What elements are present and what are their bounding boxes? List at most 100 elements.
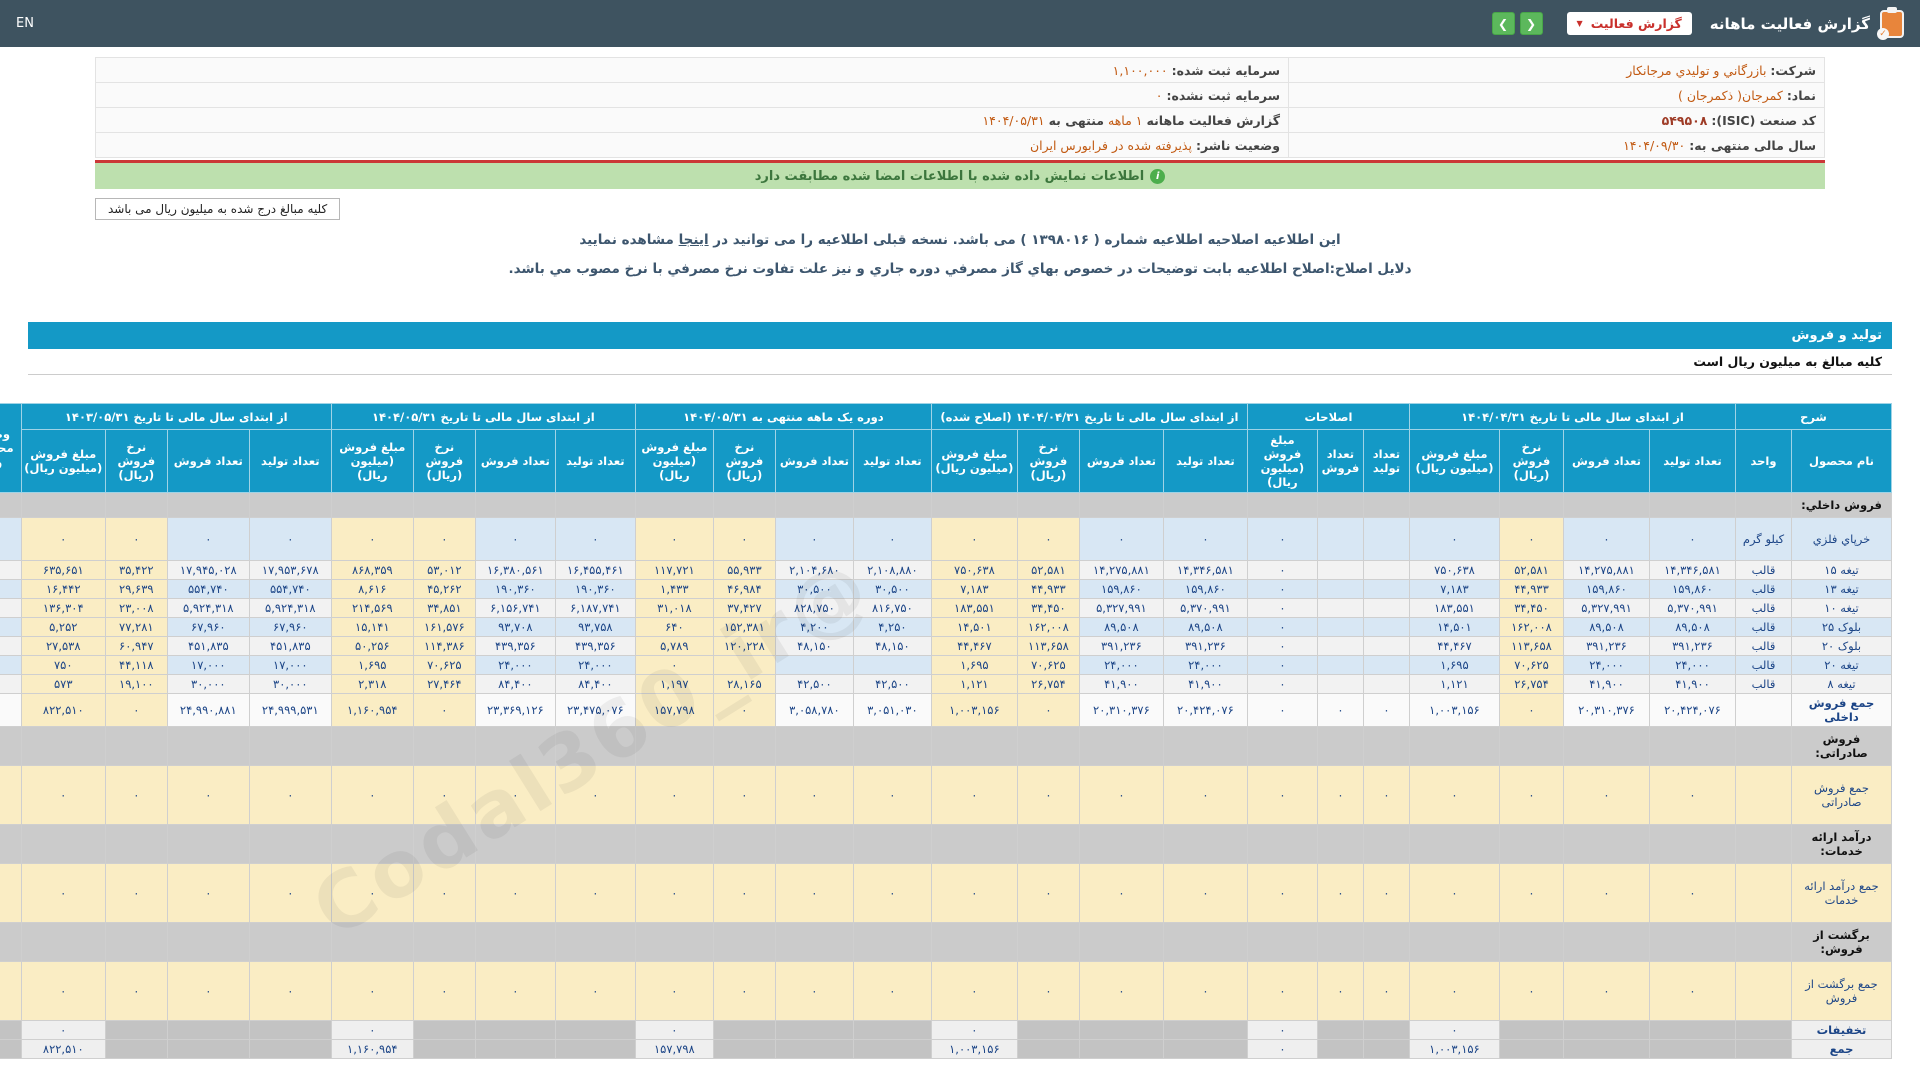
table-cell-qty: ۰ [1562, 765, 1650, 825]
table-cell-rate [412, 824, 476, 864]
table-row: فروش داخلي: [0, 492, 1892, 518]
table-cell-rate [1498, 492, 1564, 518]
table-cell-qty: ۸۲۸,۷۵۰ [774, 598, 854, 618]
column-header: مبلغ فروش (میلیون ریال) [20, 429, 106, 493]
table-cell-rate [712, 726, 776, 766]
table-cell-qty: ۲۴,۰۰۰ [1562, 655, 1650, 675]
table-cell-qty: ۴۱,۹۰۰ [1648, 674, 1736, 694]
table-cell-qty [1316, 824, 1364, 864]
table-cell-qty [1562, 1039, 1650, 1059]
table-cell-qty [1648, 1020, 1736, 1040]
publisher-status-cell: وضعیت ناشر: پذیرفته شده در فرابورس ایران [94, 132, 1290, 158]
table-cell-qty: ۱۵۹,۸۶۰ [1162, 579, 1248, 599]
table-cell-qty [1078, 824, 1164, 864]
table-cell-qty [1362, 492, 1410, 518]
table-cell-qty: ۰ [554, 961, 636, 1021]
table-cell-rate: ۲۳,۰۰۸ [104, 598, 168, 618]
table-cell-qty [248, 726, 332, 766]
table-cell-amt: ۰ [20, 517, 106, 561]
column-header: مبلغ فروش (میلیون ریال) [330, 429, 414, 493]
group-header-period-5: از ابتدای سال مالی تا تاریخ ۱۴۰۳/۰۵/۳۱ [20, 403, 332, 430]
table-cell-name: تیغه ۱۰ [1791, 598, 1892, 618]
table-cell-amt [634, 922, 714, 962]
table-cell-rate: ۱۶۲,۰۰۸ [1498, 617, 1564, 637]
table-cell-qty: ۴۳۹,۳۵۶ [554, 636, 636, 656]
table-cell-rate: ۴۴,۹۳۳ [1016, 579, 1080, 599]
table-cell-qty: ۱۴,۲۷۵,۸۸۱ [1562, 560, 1650, 580]
table-cell-qty [474, 922, 556, 962]
table-cell-qty [166, 726, 250, 766]
column-header: تعداد فروش [474, 429, 556, 493]
table-cell-rate [712, 1039, 776, 1059]
table-cell-qty: ۱۵۹,۸۶۰ [1078, 579, 1164, 599]
table-cell-unit [1734, 922, 1793, 962]
table-cell-qty [1162, 922, 1248, 962]
table-cell-rate [1016, 492, 1080, 518]
report-type-dropdown[interactable]: گزارش فعالیت ▼ [1566, 12, 1692, 35]
table-cell-amtp: ۰ [1246, 1020, 1318, 1040]
table-cell-qty: ۲,۱۰۸,۸۸۰ [852, 560, 932, 580]
table-row: خرپاي فلزيکیلو گرم۰۰۰۰۰۰۰۰۰۰۰۰۰۰۰۰۰۰۰۰۰ت… [0, 517, 1892, 561]
table-cell-qty: ۰ [474, 863, 556, 923]
table-cell-qty: ۱۷,۹۵۳,۶۷۸ [248, 560, 332, 580]
table-cell-qty [554, 492, 636, 518]
table-cell-qty [1078, 726, 1164, 766]
section-header-production-sales: تولید و فروش [28, 322, 1892, 349]
table-cell-amt: ۱,۱۲۱ [930, 674, 1018, 694]
table-cell-qty: ۰ [1078, 765, 1164, 825]
table-cell-rate: ۱۹,۱۰۰ [104, 674, 168, 694]
table-cell-amt: ۱,۱۹۷ [634, 674, 714, 694]
table-cell-qty: ۴۱,۹۰۰ [1162, 674, 1248, 694]
table-cell-rate: ۷۰,۶۲۵ [1016, 655, 1080, 675]
table-cell-rate: ۲۷,۴۶۴ [412, 674, 476, 694]
table-cell-qty [166, 922, 250, 962]
table-cell-qty: ۰ [166, 863, 250, 923]
table-cell-rate [412, 1020, 476, 1040]
column-header: مبلغ فروش (میلیون ریال) [1408, 429, 1500, 493]
table-cell-qty: ۶۷,۹۶۰ [248, 617, 332, 637]
column-header: مبلغ فروش (میلیون ریال) [634, 429, 714, 493]
table-cell-qty: ۰ [474, 517, 556, 561]
table-cell-qty: ۰ [1562, 517, 1650, 561]
next-report-button[interactable]: ❯ [1491, 12, 1515, 35]
table-cell-status [0, 863, 22, 923]
table-cell-qty [1316, 922, 1364, 962]
table-cell-qty: ۳۹۱,۲۳۶ [1648, 636, 1736, 656]
table-cell-qty: ۱۹۰,۳۶۰ [554, 579, 636, 599]
language-toggle-en[interactable]: EN [16, 16, 34, 31]
table-cell-qty: ۲۴,۹۹۰,۸۸۱ [166, 693, 250, 727]
table-cell-qty [1316, 655, 1364, 675]
table-cell-qty: ۰ [1162, 961, 1248, 1021]
table-cell-qty: ۰ [1648, 863, 1736, 923]
table-cell-rate [1498, 922, 1564, 962]
company-value[interactable]: بازرگاني و توليدي مرجانکار [1626, 63, 1766, 78]
table-cell-amt: ۷۵۰,۶۳۸ [930, 560, 1018, 580]
table-cell-qty: ۰ [248, 765, 332, 825]
column-header: تعداد تولید [1362, 429, 1410, 493]
table-cell-name: جمع برگشت از فروش [1791, 961, 1892, 1021]
table-cell-amt: ۳۱,۰۱۸ [634, 598, 714, 618]
table-cell-qty: ۸۱۶,۷۵۰ [852, 598, 932, 618]
table-cell-amtp: ۰ [1246, 961, 1318, 1021]
table-cell-qty: ۱۷,۹۴۵,۰۲۸ [166, 560, 250, 580]
table-cell-rate [1498, 1039, 1564, 1059]
table-cell-amt: ۵,۷۸۹ [634, 636, 714, 656]
table-cell-name: تیغه ۸ [1791, 674, 1892, 694]
table-cell-qty: ۰ [852, 863, 932, 923]
table-row: سال مالی منتهی به: ۱۴۰۴/۰۹/۳۰ وضعیت ناشر… [94, 132, 1825, 158]
table-cell-rate: ۷۰,۶۲۵ [412, 655, 476, 675]
table-cell-qty [166, 1039, 250, 1059]
table-cell-qty: ۰ [1648, 517, 1736, 561]
prev-report-button[interactable]: ❮ [1519, 12, 1543, 35]
table-cell-amt: ۰ [20, 1020, 106, 1040]
table-cell-amt: ۲,۳۱۸ [330, 674, 414, 694]
table-cell-qty [1162, 1039, 1248, 1059]
table-cell-qty: ۱۴,۳۴۶,۵۸۱ [1162, 560, 1248, 580]
table-cell-amtp [1246, 492, 1318, 518]
symbol-value[interactable]: کمرجان( ذکمرجان ) [1678, 88, 1783, 103]
table-cell-amtp: ۱,۱۲۱ [1408, 674, 1500, 694]
table-cell-rate [104, 1039, 168, 1059]
table-row: تیغه ۱۳ قالب ۱۵۹,۸۶۰ ۱۵۹,۸۶۰ ۴۴,۹۳۳ ۷,۱۸۳ ۰ ۱۵۹… [0, 579, 1892, 599]
table-cell-status: تولید [0, 560, 22, 580]
previous-version-link[interactable]: اینجا [679, 232, 709, 248]
